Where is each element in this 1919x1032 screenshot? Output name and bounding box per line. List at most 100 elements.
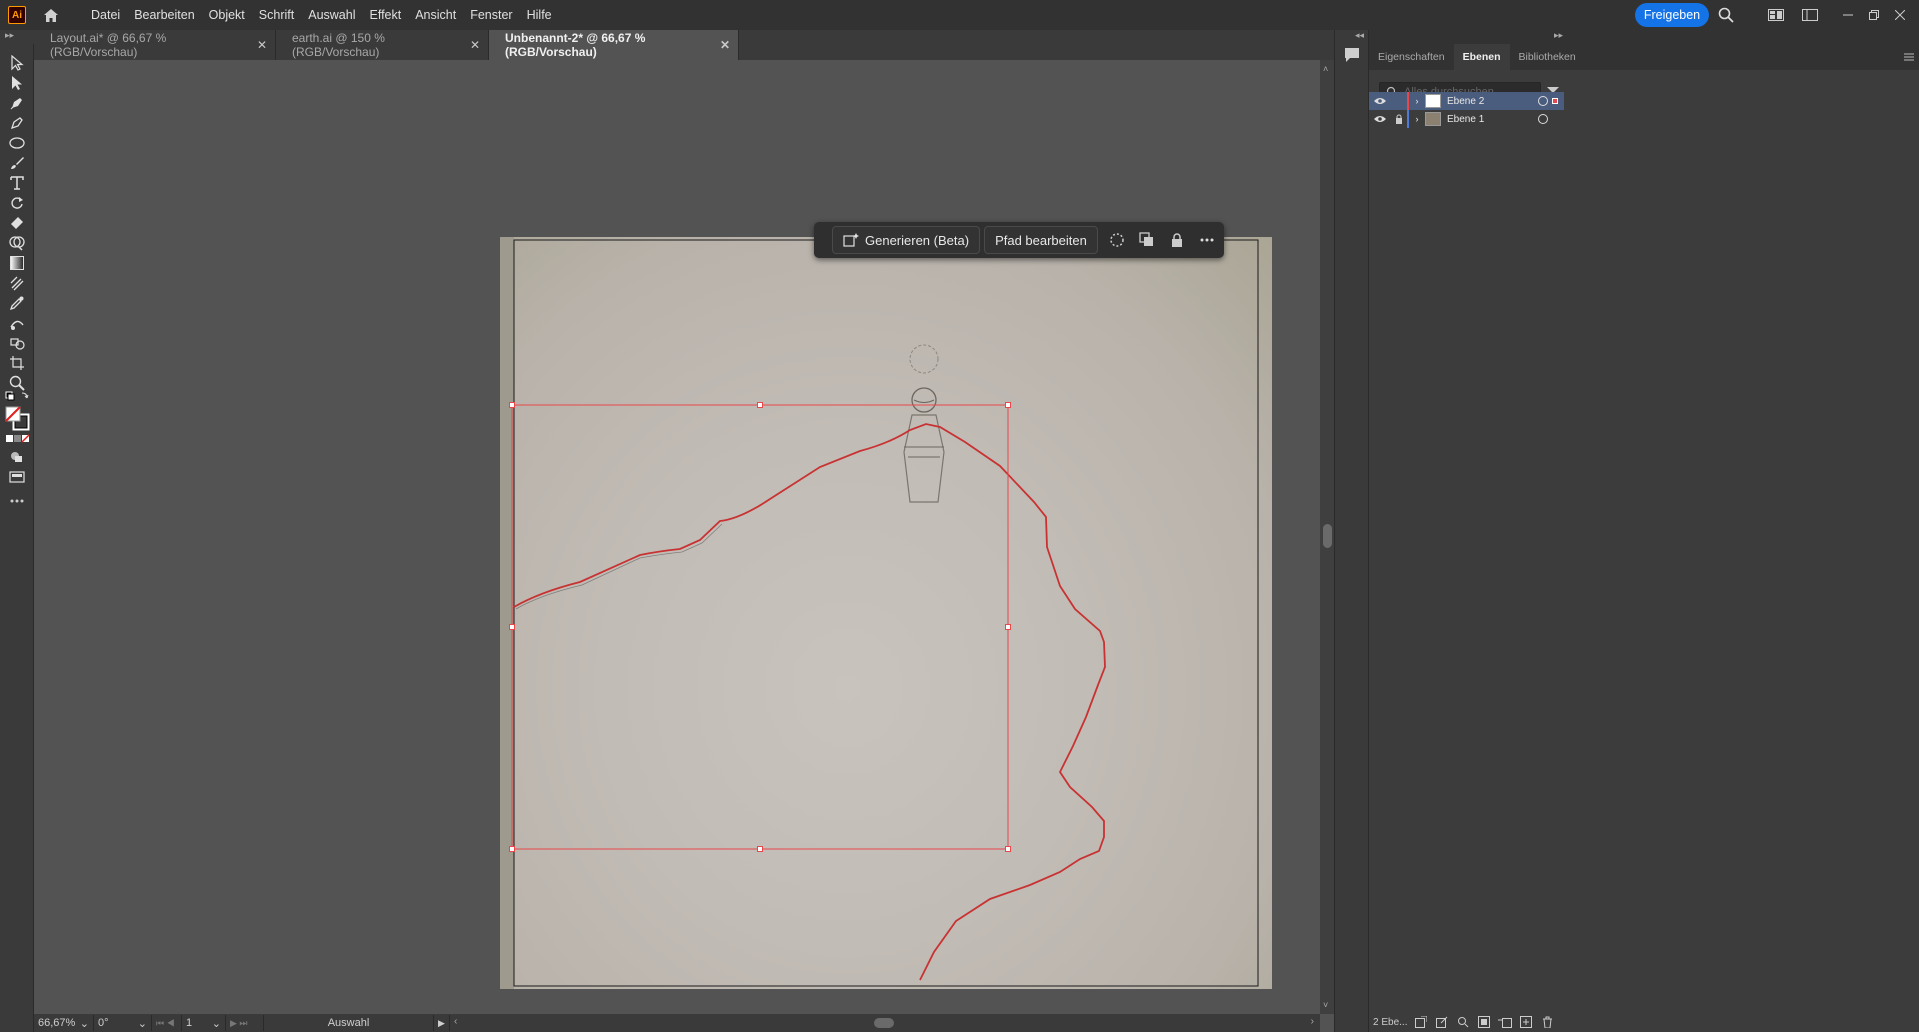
menu-datei[interactable]: Datei	[84, 8, 127, 22]
share-button[interactable]: Freigeben	[1635, 3, 1709, 27]
paintbrush-tool-icon[interactable]	[6, 152, 28, 174]
layer-count: 2 Ebe...	[1373, 1016, 1408, 1028]
tab-layout[interactable]: Layout.ai* @ 66,67 % (RGB/Vorschau) ✕	[34, 30, 276, 60]
layer-row-ebene-1[interactable]: › Ebene 1	[1369, 110, 1564, 128]
close-tab-icon[interactable]: ✕	[257, 38, 267, 52]
curvature-tool-icon[interactable]	[6, 112, 28, 134]
workspace-switcher-icon[interactable]	[1766, 5, 1786, 25]
scroll-right-icon[interactable]: ›	[1311, 1016, 1314, 1027]
close-tab-icon[interactable]: ✕	[470, 38, 480, 52]
next-last-artboard-icon[interactable]: ▶ ⏭	[226, 1015, 264, 1031]
mesh-tool-icon[interactable]	[6, 272, 28, 294]
tab-label: earth.ai @ 150 % (RGB/Vorschau)	[292, 31, 385, 59]
recolor-icon[interactable]	[1102, 226, 1132, 254]
menu-schrift[interactable]: Schrift	[252, 8, 301, 22]
blend-tool-icon[interactable]	[6, 312, 28, 334]
live-paint-tool-icon[interactable]	[6, 332, 28, 354]
menu-effekt[interactable]: Effekt	[362, 8, 408, 22]
restore-icon[interactable]	[1864, 5, 1884, 25]
tab-ebenen[interactable]: Ebenen	[1453, 44, 1510, 70]
gradient-tool-icon[interactable]	[6, 252, 28, 274]
more-tools-icon[interactable]	[6, 490, 28, 512]
generate-button[interactable]: Generieren (Beta)	[832, 226, 981, 254]
eraser-tool-icon[interactable]	[6, 212, 28, 234]
clipping-mask-icon[interactable]	[1475, 1014, 1493, 1030]
default-colors-icon[interactable]	[4, 390, 30, 404]
pen-tool-icon[interactable]	[6, 92, 28, 114]
rotation-select[interactable]: 0° ⌄	[94, 1015, 152, 1031]
color-mode-icon[interactable]	[4, 433, 30, 445]
menu-ansicht[interactable]: Ansicht	[408, 8, 463, 22]
chevron-down-icon: ⌄	[211, 1017, 221, 1030]
scroll-left-icon[interactable]: ‹	[454, 1016, 457, 1027]
menu-auswahl[interactable]: Auswahl	[301, 8, 362, 22]
new-layer-icon[interactable]	[1517, 1014, 1535, 1030]
eyedropper-tool-icon[interactable]	[6, 292, 28, 314]
visibility-eye-icon[interactable]	[1369, 115, 1391, 123]
lock-icon[interactable]	[1162, 226, 1192, 254]
search-icon[interactable]	[1716, 5, 1736, 25]
scroll-down-icon[interactable]: ˅	[1323, 1000, 1328, 1010]
arrange-documents-icon[interactable]	[1800, 5, 1820, 25]
close-tab-icon[interactable]: ✕	[720, 38, 730, 52]
close-window-icon[interactable]	[1890, 5, 1910, 25]
toolbar-collapse-icon[interactable]: ▸▸	[0, 30, 34, 44]
status-menu-icon[interactable]: ▶	[434, 1015, 450, 1031]
direct-selection-tool-icon[interactable]	[6, 72, 28, 94]
menu-hilfe[interactable]: Hilfe	[520, 8, 559, 22]
export-icon[interactable]	[1433, 1014, 1451, 1030]
scroll-up-icon[interactable]: ˄	[1323, 64, 1328, 74]
screen-mode-icon[interactable]	[6, 466, 28, 488]
tab-eigenschaften[interactable]: Eigenschaften	[1369, 44, 1454, 70]
artboard-number-select[interactable]: 1 ⌄	[182, 1015, 226, 1031]
expand-panels-icon[interactable]: ▸▸	[1554, 30, 1563, 41]
target-circle-icon[interactable]	[1538, 114, 1548, 124]
minimize-icon[interactable]	[1838, 5, 1858, 25]
draw-mode-icon[interactable]	[6, 446, 28, 468]
generate-label: Generieren (Beta)	[865, 232, 970, 248]
menu-bearbeiten[interactable]: Bearbeiten	[127, 8, 201, 22]
delete-layer-icon[interactable]	[1538, 1014, 1556, 1030]
selection-square-icon[interactable]	[1552, 98, 1558, 104]
menu-fenster[interactable]: Fenster	[463, 8, 519, 22]
lock-icon[interactable]	[1391, 114, 1407, 124]
selection-tool-icon[interactable]	[6, 52, 28, 74]
rotate-tool-icon[interactable]	[6, 192, 28, 214]
type-tool-icon[interactable]	[6, 172, 28, 194]
target-circle-icon[interactable]	[1538, 96, 1548, 106]
fill-stroke-swatch-icon[interactable]	[4, 405, 30, 431]
locate-object-icon[interactable]	[1454, 1014, 1472, 1030]
new-sublayer-icon[interactable]	[1496, 1014, 1514, 1030]
visibility-eye-icon[interactable]	[1369, 97, 1391, 105]
menu-objekt[interactable]: Objekt	[202, 8, 252, 22]
tab-unbenannt[interactable]: Unbenannt-2* @ 66,67 % (RGB/Vorschau) ✕	[489, 30, 739, 60]
expand-chevron-icon[interactable]: ›	[1409, 114, 1425, 124]
comments-icon[interactable]	[1343, 46, 1361, 64]
artboard-number: 1	[186, 1017, 193, 1029]
zoom-select[interactable]: 66,67% ⌄	[34, 1015, 94, 1031]
horizontal-scroll-thumb[interactable]	[874, 1018, 894, 1028]
more-options-icon[interactable]	[1192, 226, 1222, 254]
collect-for-export-icon[interactable]	[1412, 1014, 1430, 1030]
tab-earth[interactable]: earth.ai @ 150 % (RGB/Vorschau) ✕	[276, 30, 489, 60]
tab-bibliotheken[interactable]: Bibliotheken	[1510, 44, 1585, 70]
collapse-panels-icon[interactable]: ◂◂	[1355, 30, 1364, 41]
artboard-tool-icon[interactable]	[6, 352, 28, 374]
ellipse-tool-icon[interactable]	[6, 132, 28, 154]
first-previous-artboard-icon[interactable]: ⏮ ◀	[152, 1015, 182, 1031]
artboard[interactable]	[500, 237, 1272, 989]
home-icon[interactable]	[40, 4, 62, 26]
layer-row-ebene-2[interactable]: › Ebene 2	[1369, 92, 1564, 110]
vertical-scroll-thumb[interactable]	[1323, 524, 1332, 548]
panel-menu-icon[interactable]	[1904, 44, 1914, 70]
duplicate-icon[interactable]	[1132, 226, 1162, 254]
layer-name[interactable]: Ebene 2	[1447, 96, 1538, 107]
layer-name[interactable]: Ebene 1	[1447, 114, 1538, 125]
vertical-scrollbar[interactable]: ˄ ˅	[1320, 60, 1334, 1014]
edit-path-button[interactable]: Pfad bearbeiten	[984, 226, 1098, 254]
expand-chevron-icon[interactable]: ›	[1409, 96, 1425, 106]
chevron-down-icon: ⌄	[137, 1017, 147, 1030]
horizontal-scrollbar[interactable]: ‹ ›	[450, 1015, 1320, 1031]
shape-builder-tool-icon[interactable]	[6, 232, 28, 254]
canvas[interactable]	[34, 60, 1320, 1014]
